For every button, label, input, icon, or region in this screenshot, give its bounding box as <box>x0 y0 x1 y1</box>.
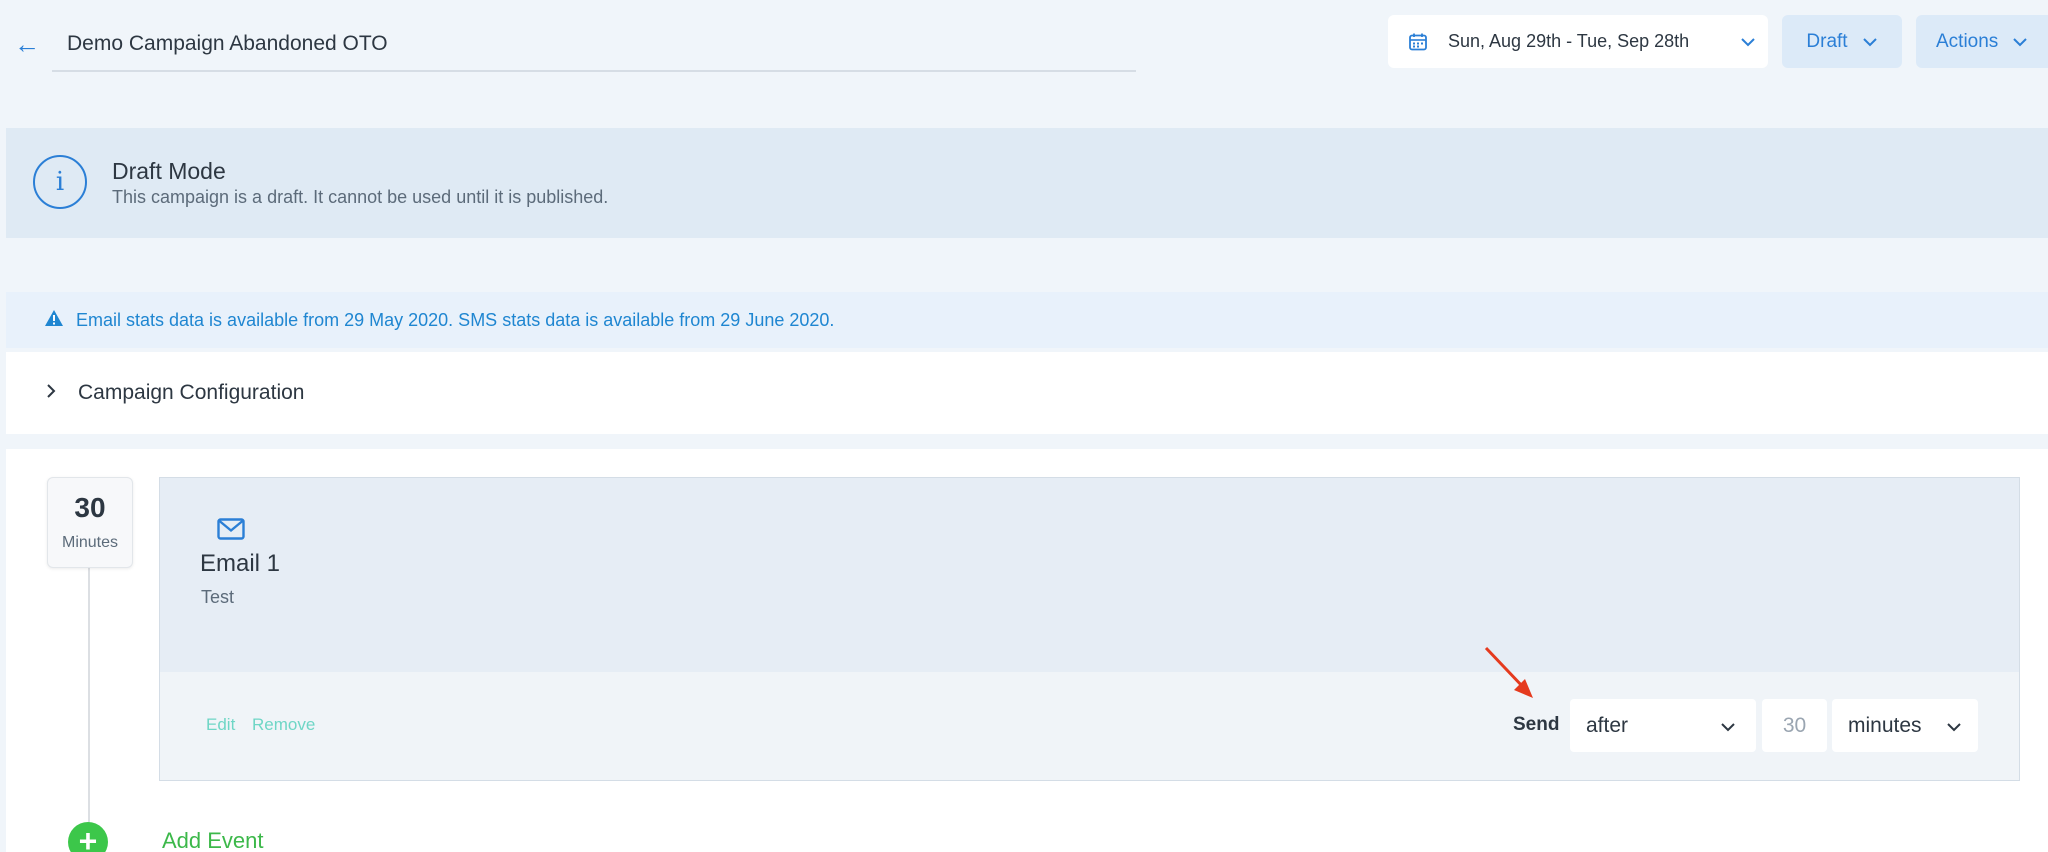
actions-dropdown[interactable]: Actions <box>1916 15 2048 68</box>
chevron-down-icon <box>1720 714 1736 738</box>
chevron-down-icon <box>1728 37 1768 47</box>
draft-label: Draft <box>1806 30 1848 52</box>
campaign-configuration-toggle[interactable]: Campaign Configuration <box>6 352 2048 434</box>
email-event-description: Test <box>201 587 235 607</box>
email-event-name: Email 1 <box>200 550 281 577</box>
email-icon <box>217 518 245 545</box>
chevron-right-icon <box>46 383 56 404</box>
stats-availability-notice: Email stats data is available from 29 Ma… <box>6 292 2048 348</box>
chevron-down-icon <box>1946 714 1962 738</box>
delay-badge: 30 Minutes <box>47 477 133 568</box>
actions-label: Actions <box>1936 30 1999 52</box>
info-icon: i <box>33 155 87 209</box>
send-delay-unit-value: minutes <box>1848 713 1922 737</box>
send-timing-value: after <box>1586 713 1629 737</box>
date-range-picker[interactable]: Sun, Aug 29th - Tue, Sep 28th <box>1388 15 1768 68</box>
add-event-link[interactable]: Add Event <box>162 828 264 852</box>
warning-icon <box>44 309 64 332</box>
campaign-configuration-label: Campaign Configuration <box>78 381 305 404</box>
draft-banner-title: Draft Mode <box>112 158 226 184</box>
annotation-arrow-icon <box>1478 644 1538 709</box>
send-delay-amount-input[interactable] <box>1762 699 1827 752</box>
send-label: Send <box>1513 714 1560 735</box>
draft-mode-banner <box>6 128 2048 238</box>
draft-status-dropdown[interactable]: Draft <box>1782 15 1902 68</box>
chevron-down-icon <box>2012 31 2028 53</box>
remove-event-link[interactable]: Remove <box>252 715 315 735</box>
campaign-title-field[interactable]: Demo Campaign Abandoned OTO <box>52 26 1136 72</box>
stats-notice-text: Email stats data is available from 29 Ma… <box>76 309 835 330</box>
calendar-icon <box>1388 32 1448 52</box>
campaign-title[interactable]: Demo Campaign Abandoned OTO <box>52 26 1136 62</box>
draft-banner-message: This campaign is a draft. It cannot be u… <box>112 187 609 207</box>
delay-value: 30 <box>74 492 106 523</box>
delay-unit: Minutes <box>61 534 119 551</box>
chevron-down-icon <box>1862 31 1878 53</box>
send-delay-unit-select[interactable]: minutes <box>1832 699 1978 752</box>
back-arrow-icon[interactable]: ← <box>14 30 42 58</box>
timeline-connector <box>88 565 90 825</box>
edit-event-link[interactable]: Edit <box>206 715 235 735</box>
date-range-text: Sun, Aug 29th - Tue, Sep 28th <box>1448 31 1690 51</box>
send-timing-select[interactable]: after <box>1570 699 1756 752</box>
